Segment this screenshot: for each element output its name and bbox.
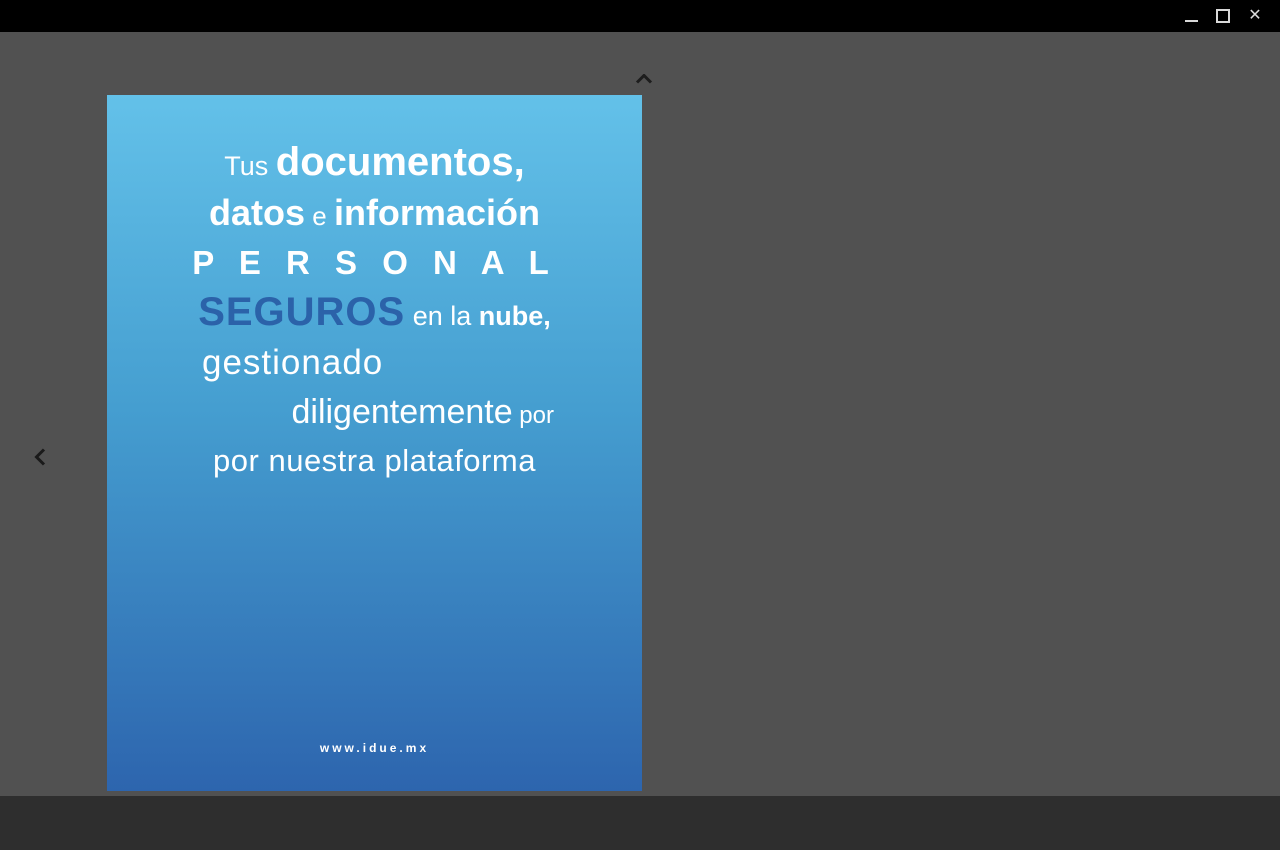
slide-image: Tus documentos, datos e información P E … (107, 95, 642, 791)
slide-text-line: gestionado (107, 342, 642, 391)
slide-text-segment: en la (405, 301, 479, 331)
collapse-up-button[interactable] (630, 68, 658, 90)
bottom-bar (0, 796, 1280, 850)
slide-text-segment: diligentemente (291, 393, 512, 431)
slide-text-segment: datos (209, 192, 305, 233)
slide-url-text: www.idue.mx (107, 741, 642, 755)
slide-text-segment: gestionado (202, 343, 383, 382)
slide-text-line: diligentemente por (107, 391, 642, 440)
close-icon: ✕ (1248, 8, 1261, 24)
viewer-canvas: Tus documentos, datos e información P E … (0, 32, 1280, 796)
chevron-up-icon (635, 74, 653, 84)
slide-text-line: por nuestra plataforma (107, 440, 642, 488)
close-button[interactable]: ✕ (1239, 0, 1271, 32)
chevron-left-icon (34, 448, 46, 466)
minimize-icon (1185, 20, 1198, 22)
slide-text-segment: nube, (479, 301, 551, 331)
slide-text-segment: SEGUROS (198, 290, 405, 334)
slide-text-segment: por nuestra plataforma (213, 443, 536, 478)
slide-text-line: Tus documentos, (107, 141, 642, 192)
slide-text-line: P E R S O N A L (107, 242, 642, 291)
slide-text-segment: documentos, (276, 140, 525, 184)
slide-text-segment: Tus (224, 151, 276, 181)
slide-text-line: SEGUROS en la nube, (107, 291, 642, 342)
minimize-button[interactable] (1175, 0, 1207, 32)
slide-text-block: Tus documentos, datos e información P E … (107, 95, 642, 488)
slide-text-line: datos e información (107, 192, 642, 242)
slide-text-segment: e (305, 201, 334, 231)
previous-slide-button[interactable] (26, 440, 54, 474)
slide-text-segment: información (334, 192, 540, 233)
window-titlebar: ✕ (0, 0, 1280, 32)
slide-text-segment: P E R S O N A L (192, 244, 557, 281)
slide-text-segment: por (513, 402, 554, 429)
maximize-icon (1216, 9, 1230, 23)
maximize-button[interactable] (1207, 0, 1239, 32)
